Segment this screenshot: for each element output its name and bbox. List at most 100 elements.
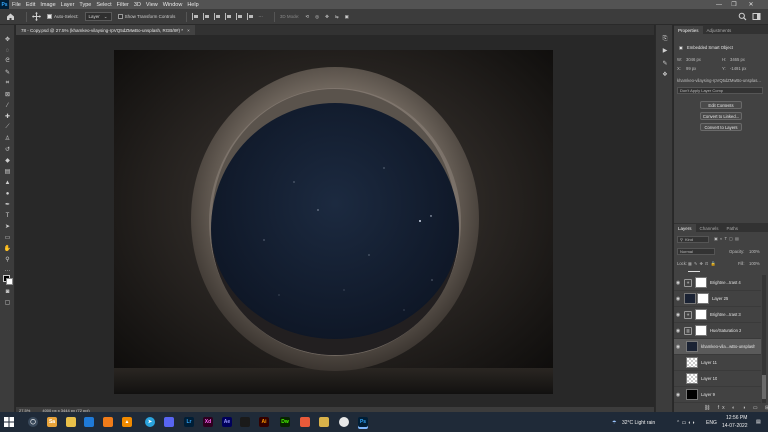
marquee-tool-icon[interactable]: ◌ bbox=[3, 46, 12, 55]
3d-rotate-icon[interactable]: ⟲ bbox=[305, 14, 309, 20]
close-window-button[interactable]: ✕ bbox=[742, 0, 760, 9]
show-transform-checkbox[interactable] bbox=[117, 14, 123, 19]
edge-browser-icon[interactable] bbox=[84, 417, 94, 427]
taskbar-app-sa[interactable]: Sa bbox=[47, 417, 57, 427]
menu-file[interactable]: File bbox=[12, 2, 21, 8]
dodge-tool-icon[interactable]: ● bbox=[3, 189, 12, 198]
weather-icon[interactable]: ☂ bbox=[612, 420, 616, 426]
rectangle-tool-icon[interactable]: ▭ bbox=[3, 233, 12, 242]
y-value[interactable]: -1491 px bbox=[730, 66, 746, 71]
layer-row[interactable]: ◉ Layer 25 bbox=[674, 291, 761, 307]
auto-select-dropdown[interactable]: Layer ⌄ bbox=[84, 12, 112, 21]
tray-icons[interactable]: ⌃ ▭ ◖ ◗ bbox=[676, 420, 695, 426]
menu-type[interactable]: Type bbox=[79, 2, 91, 8]
blur-tool-icon[interactable]: ▲ bbox=[3, 178, 12, 187]
app-icon[interactable] bbox=[240, 417, 250, 427]
visibility-eye-icon[interactable]: ◉ bbox=[674, 328, 682, 334]
restore-button[interactable]: ❐ bbox=[727, 0, 741, 9]
quick-select-tool-icon[interactable]: ✎ bbox=[3, 68, 12, 77]
visibility-eye-icon[interactable]: ◉ bbox=[674, 280, 682, 286]
after-effects-icon[interactable]: Ae bbox=[222, 417, 232, 427]
brush-tool-icon[interactable]: ⟋ bbox=[3, 123, 12, 132]
windows-start-icon[interactable] bbox=[4, 417, 14, 427]
more-options-icon[interactable]: ··· bbox=[258, 14, 263, 19]
menu-layer[interactable]: Layer bbox=[61, 2, 75, 8]
search-icon[interactable]: ◯ bbox=[28, 417, 38, 427]
brush-settings-icon[interactable]: ✎ bbox=[661, 59, 669, 67]
visibility-eye-icon[interactable]: ◉ bbox=[674, 344, 682, 350]
scrollbar-thumb[interactable] bbox=[762, 375, 766, 399]
menu-edit[interactable]: Edit bbox=[26, 2, 35, 8]
3d-roll-icon[interactable]: ◎ bbox=[315, 14, 319, 20]
xd-icon[interactable]: Xd bbox=[203, 417, 213, 427]
home-icon[interactable] bbox=[6, 12, 15, 21]
language-indicator[interactable]: ENG bbox=[706, 420, 717, 426]
document-canvas[interactable] bbox=[114, 50, 553, 394]
layer-comp-select[interactable]: Don't Apply Layer Comp bbox=[677, 87, 763, 94]
move-tool-icon[interactable] bbox=[32, 12, 41, 21]
zoom-tool-icon[interactable]: ⚲ bbox=[3, 255, 12, 264]
eyedropper-tool-icon[interactable]: ⁄ bbox=[3, 101, 12, 110]
auto-select-checkbox[interactable] bbox=[47, 14, 52, 19]
background-color-swatch[interactable] bbox=[6, 278, 13, 285]
edit-contents-button[interactable]: Edit Contents bbox=[700, 101, 742, 109]
search-icon[interactable] bbox=[738, 12, 747, 21]
align-bottom-icon[interactable] bbox=[247, 13, 254, 20]
app-icon[interactable] bbox=[300, 417, 310, 427]
tab-layers[interactable]: Layers bbox=[674, 224, 696, 232]
move-tool-icon[interactable]: ✥ bbox=[3, 35, 12, 44]
firefox-icon[interactable] bbox=[103, 417, 113, 427]
illustrator-icon[interactable]: Ai bbox=[259, 417, 269, 427]
frame-tool-icon[interactable]: ⊠ bbox=[3, 90, 12, 99]
align-middle-icon[interactable] bbox=[236, 13, 243, 20]
3d-slide-icon[interactable]: ⇋ bbox=[335, 14, 339, 20]
menu-view[interactable]: View bbox=[146, 2, 158, 8]
screen-mode-icon[interactable]: ▢ bbox=[3, 298, 12, 307]
clock-date[interactable]: 14-07-2022 bbox=[722, 423, 748, 429]
align-center-icon[interactable] bbox=[203, 13, 210, 20]
more-tools-icon[interactable]: ··· bbox=[3, 266, 12, 275]
menu-select[interactable]: Select bbox=[96, 2, 111, 8]
chrome-icon[interactable] bbox=[339, 417, 349, 427]
weather-text[interactable]: 32°C Light rain bbox=[622, 420, 655, 426]
healing-brush-tool-icon[interactable]: ✚ bbox=[3, 112, 12, 121]
clock-time[interactable]: 12:56 PM bbox=[726, 415, 747, 421]
fill-value[interactable]: 100% bbox=[749, 261, 760, 266]
menu-filter[interactable]: Filter bbox=[117, 2, 129, 8]
app-icon[interactable] bbox=[319, 417, 329, 427]
3d-scale-icon[interactable]: ▣ bbox=[345, 14, 349, 20]
layer-row[interactable]: ◉ Layer 9 bbox=[674, 387, 761, 403]
layer-row-selected[interactable]: ◉ khamkeo-vila...wBo-unsplash bbox=[674, 339, 761, 355]
width-value[interactable]: 3046 px bbox=[686, 57, 701, 62]
layer-row[interactable]: Layer 11 bbox=[674, 355, 761, 371]
menu-window[interactable]: Window bbox=[163, 2, 183, 8]
layer-row[interactable]: ◉ ☀ Brightne...trast 4 bbox=[674, 275, 761, 291]
layer-row[interactable]: ◉ ▥ Hue/Saturation 2 bbox=[674, 323, 761, 339]
layer-filter-kind[interactable]: ⚲ Kind bbox=[677, 236, 709, 243]
telegram-icon[interactable]: ➤ bbox=[145, 417, 155, 427]
convert-to-layers-button[interactable]: Convert to Layers bbox=[700, 123, 742, 131]
tab-channels[interactable]: Channels bbox=[696, 224, 723, 232]
x-value[interactable]: 99 px bbox=[686, 66, 696, 71]
minimize-button[interactable]: — bbox=[712, 0, 726, 9]
type-tool-icon[interactable]: T bbox=[3, 211, 12, 220]
photoshop-taskbar-icon[interactable]: Ps bbox=[358, 417, 368, 427]
eraser-tool-icon[interactable]: ◆ bbox=[3, 156, 12, 165]
align-right-icon[interactable] bbox=[214, 13, 221, 20]
lightroom-icon[interactable]: Lr bbox=[184, 417, 194, 427]
brushes-panel-icon[interactable]: ❖ bbox=[661, 70, 669, 78]
close-tab-icon[interactable]: × bbox=[187, 28, 190, 33]
layer-mask-thumbnail[interactable] bbox=[695, 277, 707, 288]
file-explorer-icon[interactable] bbox=[66, 417, 76, 427]
path-selection-tool-icon[interactable]: ➤ bbox=[3, 222, 12, 231]
convert-to-linked-button[interactable]: Convert to Linked... bbox=[700, 112, 742, 120]
tab-adjustments[interactable]: Adjustments bbox=[703, 26, 736, 34]
gradient-tool-icon[interactable]: ▤ bbox=[3, 167, 12, 176]
clone-stamp-tool-icon[interactable]: ♙ bbox=[3, 134, 12, 143]
align-left-icon[interactable] bbox=[192, 13, 199, 20]
layer-row[interactable]: Layer 10 bbox=[674, 371, 761, 387]
layer-mask-thumbnail[interactable] bbox=[697, 293, 709, 304]
tab-properties[interactable]: Properties bbox=[674, 26, 703, 34]
lasso-tool-icon[interactable]: ᘓ bbox=[3, 57, 12, 66]
dreamweaver-icon[interactable]: Dw bbox=[280, 417, 290, 427]
